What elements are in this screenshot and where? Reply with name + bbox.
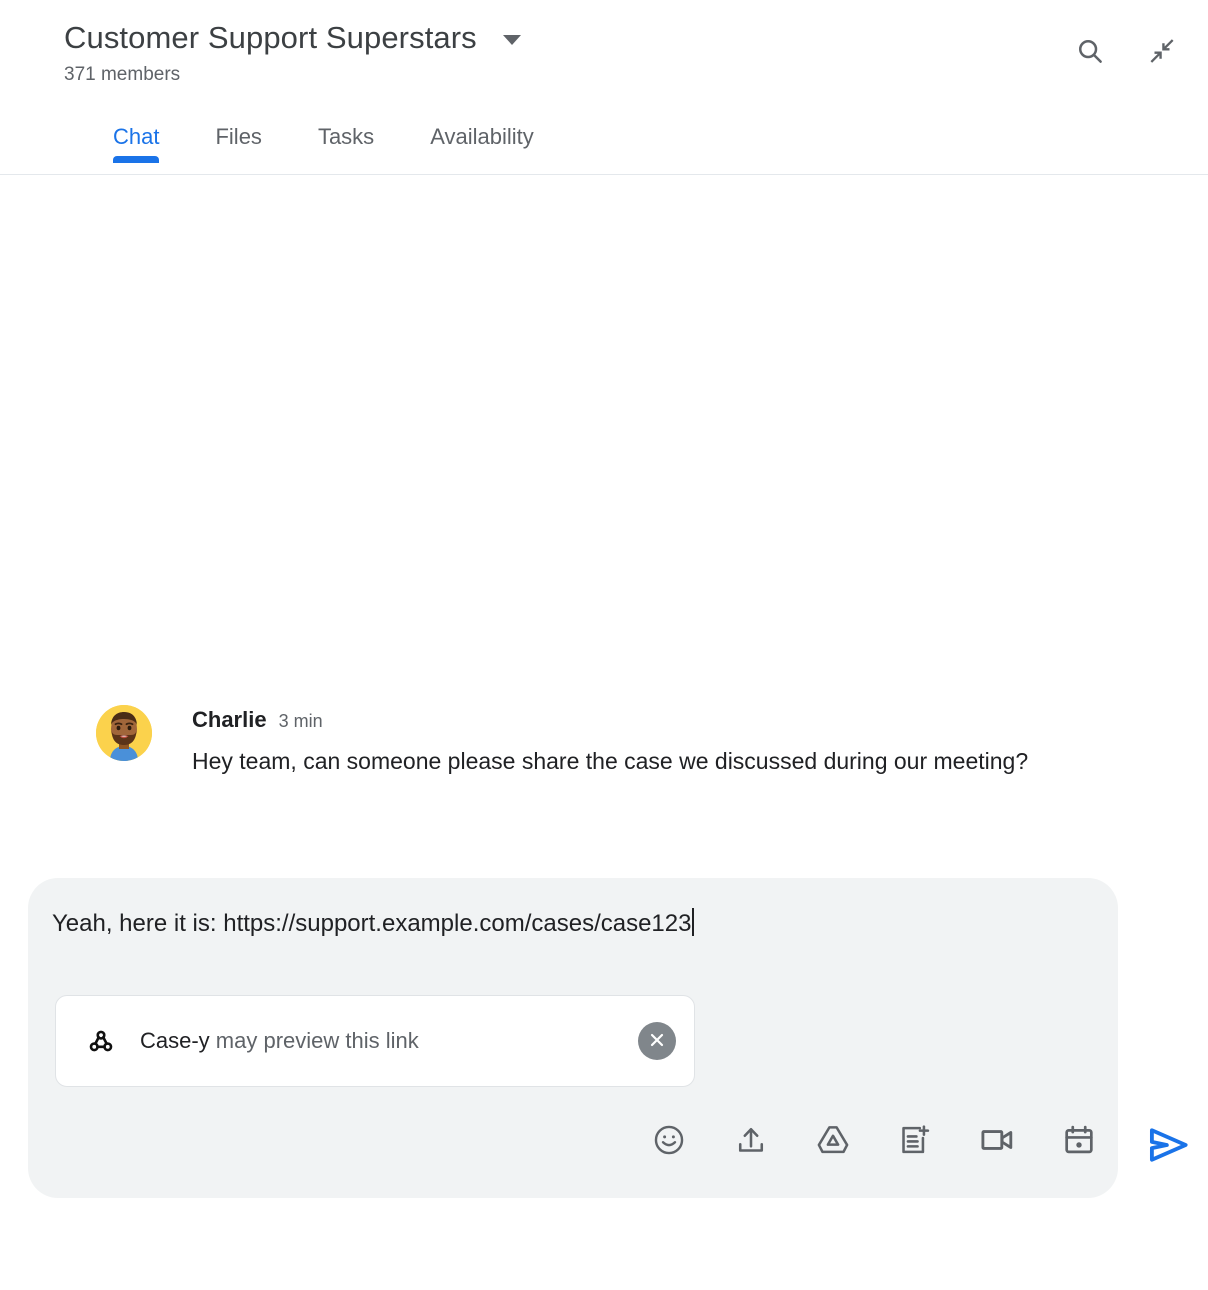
- search-button[interactable]: [1068, 30, 1112, 74]
- message-list: Charlie 3 min Hey team, can someone plea…: [0, 175, 1208, 875]
- tab-chat[interactable]: Chat: [113, 124, 160, 164]
- collapse-button[interactable]: [1140, 30, 1184, 74]
- webhook-icon: [84, 1026, 118, 1056]
- add-document-icon: [898, 1123, 932, 1160]
- video-camera-icon: [979, 1122, 1015, 1161]
- send-icon: [1145, 1122, 1191, 1171]
- room-tabs: Chat Files Tasks Availability: [0, 104, 1208, 164]
- google-drive-icon: [815, 1122, 851, 1161]
- message-timestamp: 3 min: [278, 711, 323, 731]
- message-text: Hey team, can someone please share the c…: [192, 748, 1029, 774]
- upload-icon: [734, 1123, 768, 1160]
- create-document-button[interactable]: [894, 1120, 936, 1162]
- tab-tasks[interactable]: Tasks: [318, 124, 374, 164]
- page-title: Customer Support Superstars: [64, 20, 477, 55]
- compose-box[interactable]: Yeah, here it is: https://support.exampl…: [28, 878, 1118, 1198]
- video-meeting-button[interactable]: [976, 1120, 1018, 1162]
- message-body: Charlie 3 min Hey team, can someone plea…: [192, 705, 1108, 781]
- link-preview-text: Case-y may preview this link: [140, 1028, 638, 1054]
- text-cursor: [692, 908, 695, 936]
- message-input[interactable]: Yeah, here it is: https://support.exampl…: [52, 906, 695, 942]
- google-drive-button[interactable]: [812, 1120, 854, 1162]
- emoji-button[interactable]: [648, 1120, 690, 1162]
- collapse-arrows-icon: [1147, 36, 1177, 69]
- link-preview-chip: Case-y may preview this link: [55, 995, 695, 1087]
- compose-actions: [648, 1120, 1100, 1162]
- header-actions: [1068, 30, 1184, 74]
- tab-files[interactable]: Files: [215, 124, 261, 164]
- room-title-row: Customer Support Superstars: [0, 0, 1208, 58]
- room-header: Customer Support Superstars 371 members: [0, 0, 1208, 175]
- send-button[interactable]: [1142, 1120, 1194, 1172]
- emoji-icon: [652, 1123, 686, 1160]
- chevron-down-icon[interactable]: [502, 35, 521, 45]
- compose-area: Yeah, here it is: https://support.exampl…: [0, 878, 1208, 1208]
- close-icon: [647, 1030, 667, 1053]
- create-event-button[interactable]: [1058, 1120, 1100, 1162]
- calendar-icon: [1062, 1123, 1096, 1160]
- close-link-preview-button[interactable]: [638, 1022, 676, 1060]
- message-input-value: Yeah, here it is: https://support.exampl…: [52, 910, 692, 937]
- link-preview-app-name: Case-y: [140, 1028, 210, 1053]
- message-author: Charlie: [192, 707, 267, 732]
- upload-file-button[interactable]: [730, 1120, 772, 1162]
- avatar[interactable]: [96, 705, 152, 761]
- member-count: 371 members: [64, 64, 181, 85]
- message-item: Charlie 3 min Hey team, can someone plea…: [96, 705, 1108, 781]
- search-icon: [1075, 36, 1105, 69]
- tab-availability[interactable]: Availability: [430, 124, 534, 164]
- message-meta: Charlie 3 min: [192, 707, 1108, 733]
- link-preview-message: may preview this link: [209, 1028, 419, 1053]
